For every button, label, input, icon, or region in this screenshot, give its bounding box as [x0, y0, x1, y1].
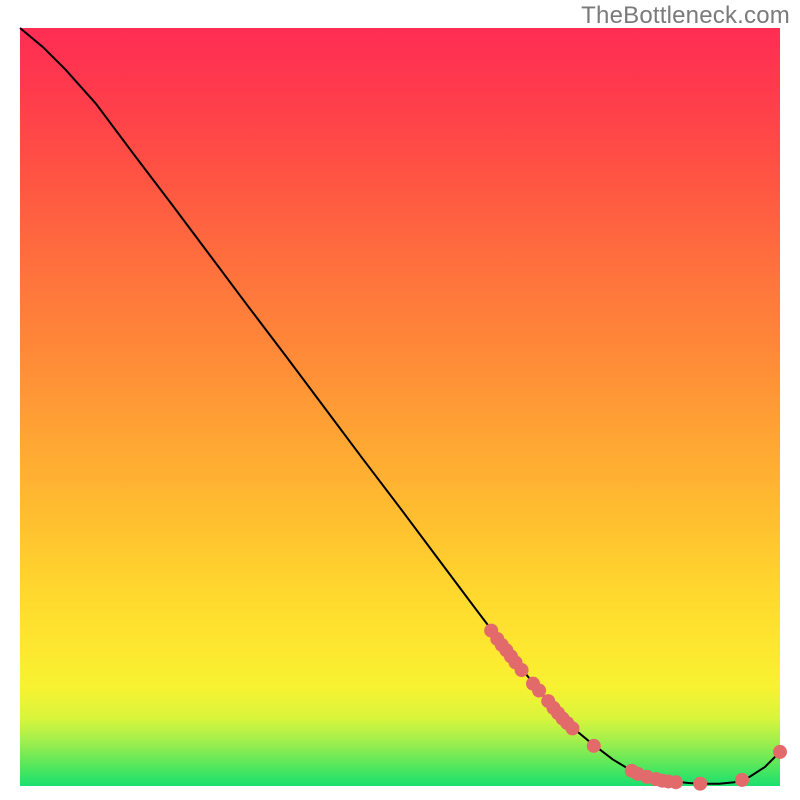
data-points [484, 624, 787, 791]
plot-area [20, 28, 780, 786]
bottleneck-curve [20, 28, 780, 784]
data-point [669, 775, 683, 789]
data-point [693, 777, 707, 791]
data-point [587, 739, 601, 753]
data-point [735, 773, 749, 787]
data-layer [20, 28, 780, 786]
data-point [515, 663, 529, 677]
data-point [532, 683, 546, 697]
watermark-text: TheBottleneck.com [581, 2, 790, 30]
data-point [566, 721, 580, 735]
data-point [773, 745, 787, 759]
chart-container: TheBottleneck.com [0, 0, 800, 800]
